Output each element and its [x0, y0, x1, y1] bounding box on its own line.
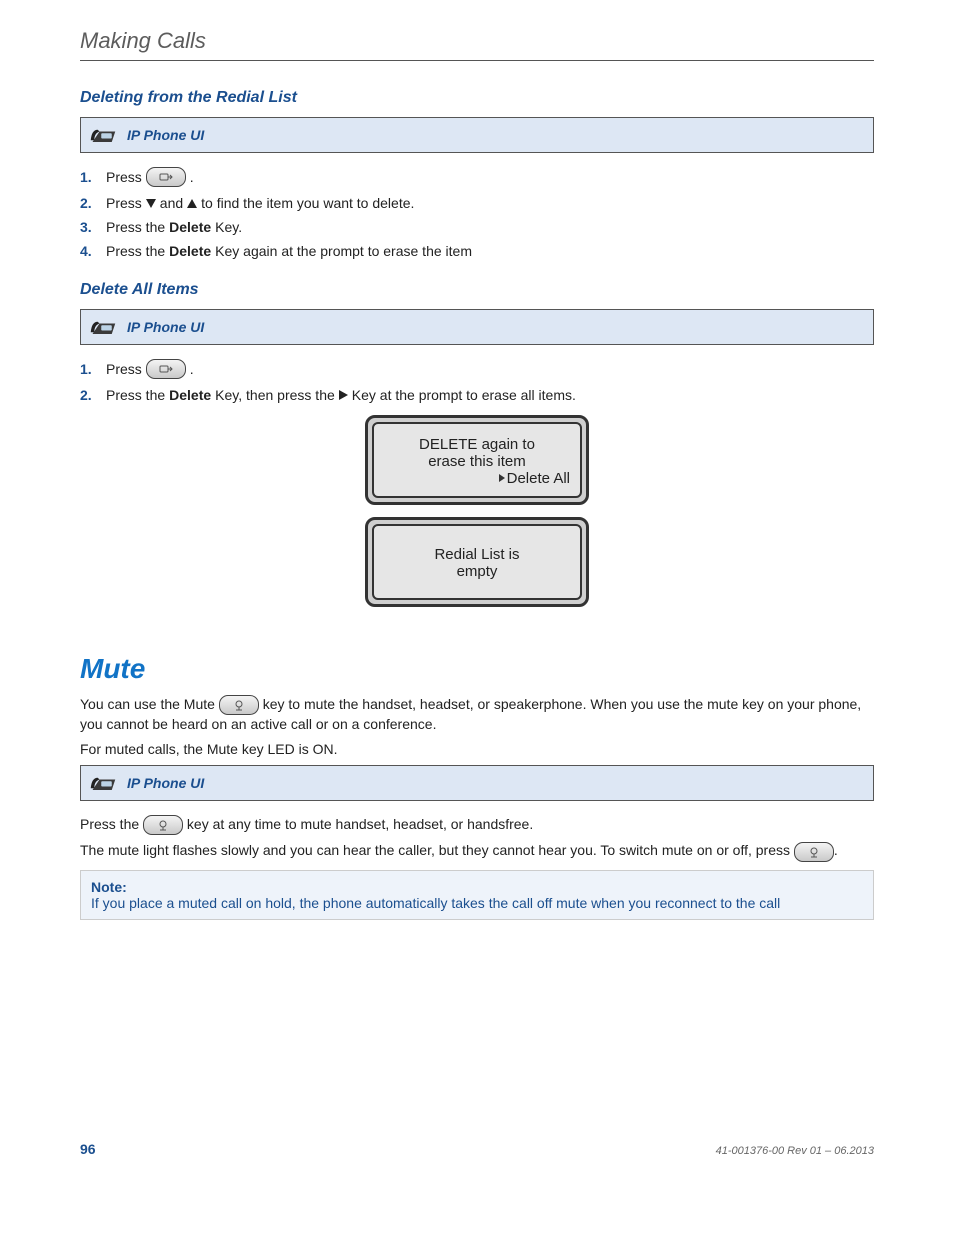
page: Making Calls Deleting from the Redial Li…: [0, 0, 954, 1235]
step-2: 2. Press the Delete Key, then press the …: [80, 387, 874, 403]
ip-phone-ui-label: IP Phone UI: [127, 127, 204, 143]
note-body: If you place a muted call on hold, the p…: [91, 895, 863, 911]
lcd-line: DELETE again to: [380, 436, 574, 453]
lcd-line: erase this item: [380, 453, 574, 470]
lcd-line: empty: [380, 563, 574, 580]
note-box: Note: If you place a muted call on hold,…: [80, 870, 874, 920]
lcd-screen-1: DELETE again to erase this item Delete A…: [365, 415, 589, 505]
mute-key-icon: [794, 842, 834, 862]
section-heading-delete-all: Delete All Items: [80, 281, 874, 299]
mute-paragraph-1: You can use the Mute key to mute the han…: [80, 695, 874, 734]
ip-phone-ui-box: IP Phone UI: [80, 117, 874, 153]
step-1: 1. Press .: [80, 359, 874, 379]
ip-phone-ui-box: IP Phone UI: [80, 309, 874, 345]
lcd-line: Delete All: [380, 470, 574, 487]
divider: [80, 60, 874, 61]
mute-paragraph-4: The mute light flashes slowly and you ca…: [80, 841, 874, 861]
ip-phone-ui-label: IP Phone UI: [127, 319, 204, 335]
chapter-title: Making Calls: [80, 28, 874, 54]
mute-key-icon: [219, 695, 259, 715]
step-4: 4. Press the Delete Key again at the pro…: [80, 243, 874, 259]
redial-key-icon: [146, 167, 186, 187]
lcd-screen-2: Redial List is empty: [365, 517, 589, 607]
steps-list-deleting: 1. Press . 2. Press and to find the item…: [80, 167, 874, 259]
section-heading-mute: Mute: [80, 653, 874, 685]
ip-phone-ui-label: IP Phone UI: [127, 775, 204, 791]
page-number: 96: [80, 1141, 96, 1157]
phone-icon: [89, 316, 117, 338]
step-2: 2. Press and to find the item you want t…: [80, 195, 874, 211]
step-3: 3. Press the Delete Key.: [80, 219, 874, 235]
right-arrow-icon: [499, 474, 505, 482]
mute-paragraph-3: Press the key at any time to mute handse…: [80, 815, 874, 835]
up-arrow-icon: [187, 199, 197, 208]
mute-paragraph-2: For muted calls, the Mute key LED is ON.: [80, 740, 874, 759]
lcd-illustrations: DELETE again to erase this item Delete A…: [80, 415, 874, 607]
down-arrow-icon: [146, 199, 156, 208]
phone-icon: [89, 124, 117, 146]
steps-list-delete-all: 1. Press . 2. Press the Delete Key, then…: [80, 359, 874, 403]
note-label: Note:: [91, 879, 863, 895]
mute-key-icon: [143, 815, 183, 835]
redial-key-icon: [146, 359, 186, 379]
right-arrow-icon: [339, 390, 348, 400]
document-id: 41-001376-00 Rev 01 – 06.2013: [716, 1145, 874, 1157]
phone-icon: [89, 772, 117, 794]
step-1: 1. Press .: [80, 167, 874, 187]
section-heading-deleting: Deleting from the Redial List: [80, 89, 874, 107]
page-footer: 96 41-001376-00 Rev 01 – 06.2013: [80, 1141, 874, 1157]
lcd-line: Redial List is: [380, 546, 574, 563]
ip-phone-ui-box: IP Phone UI: [80, 765, 874, 801]
